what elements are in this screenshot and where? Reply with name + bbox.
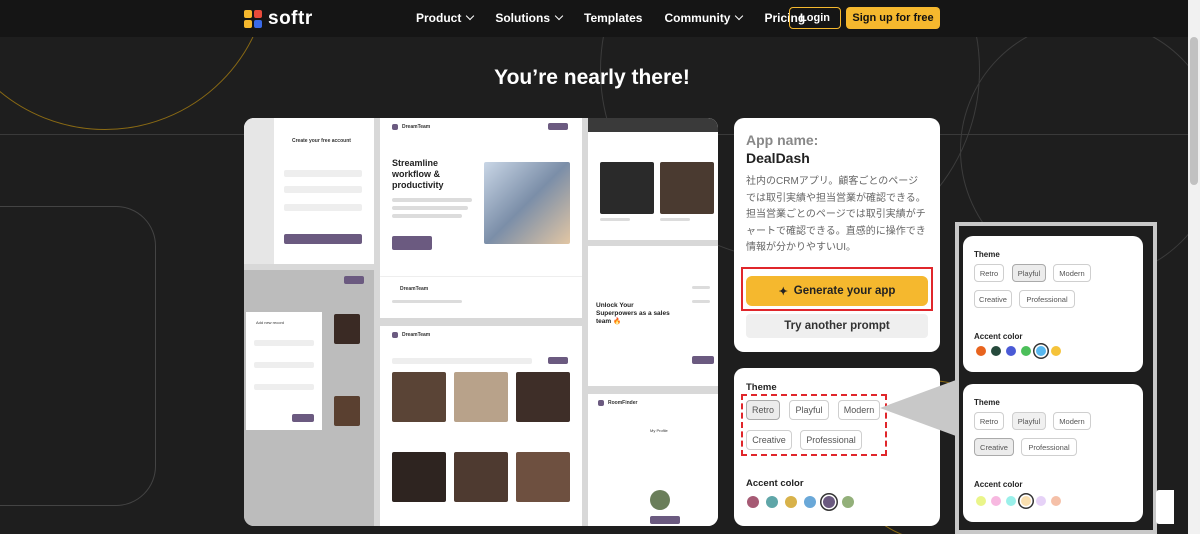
login-button[interactable]: Login	[789, 7, 841, 29]
theme-chip-retro[interactable]: Retro	[746, 400, 780, 420]
preview-signup-form: Create your free account	[244, 118, 374, 264]
nav-label: Community	[664, 11, 731, 25]
preview-get-started	[392, 236, 432, 250]
accent-swatch[interactable]	[1006, 346, 1016, 356]
chevron-down-icon	[554, 11, 564, 21]
preview-unlock-banner: Unlock Your Superpowers as a sales team …	[588, 246, 718, 386]
accent-swatch[interactable]	[976, 496, 986, 506]
app-name-label: App name:	[746, 132, 819, 148]
softr-logo-icon	[244, 10, 262, 28]
callout-chip-professional[interactable]: Professional	[1019, 290, 1075, 308]
sparkle-icon: ✦	[778, 285, 788, 298]
preview-team-list: DreamTeam	[380, 326, 582, 526]
nav-templates[interactable]: Templates	[584, 11, 642, 25]
nav-product[interactable]: Product	[416, 11, 475, 25]
scrollbar-thumb[interactable]	[1190, 37, 1198, 185]
callout-accent-label: Accent color	[974, 332, 1023, 341]
accent-swatch[interactable]	[842, 496, 854, 508]
nav-solutions[interactable]: Solutions	[495, 11, 564, 25]
callout-chip-professional[interactable]: Professional	[1021, 438, 1077, 456]
preview-unlock-text: Unlock Your Superpowers as a sales team …	[596, 302, 670, 325]
preview-brand-list: DreamTeam	[402, 332, 431, 338]
theme-chip-creative[interactable]: Creative	[746, 430, 792, 450]
theme-chip-playful[interactable]: Playful	[789, 400, 829, 420]
preview-brand: DreamTeam	[402, 124, 431, 130]
accent-swatch[interactable]	[1021, 346, 1031, 356]
preview-roomfinder-brand: RoomFinder	[608, 400, 638, 406]
accent-swatch[interactable]	[976, 346, 986, 356]
nav-label: Solutions	[495, 11, 551, 25]
callout-chip-retro[interactable]: Retro	[974, 264, 1004, 282]
accent-swatch[interactable]	[991, 346, 1001, 356]
callout-panel-playful: Theme Retro Playful Modern Creative Prof…	[963, 236, 1143, 372]
theme-chip-modern[interactable]: Modern	[838, 400, 880, 420]
callout-chip-creative[interactable]: Creative	[974, 438, 1014, 456]
generate-app-button[interactable]: ✦ Generate your app	[746, 276, 928, 306]
app-description: 社内のCRMアプリ。顧客ごとのページでは取引実績や担当営業が確認できる。担当営業…	[746, 176, 926, 253]
callout-chip-creative[interactable]: Creative	[974, 290, 1012, 308]
page-headline: You’re nearly there!	[494, 66, 690, 89]
chevron-down-icon	[735, 11, 744, 21]
callout-accent-label: Accent color	[974, 480, 1023, 489]
accent-swatch[interactable]	[1006, 496, 1016, 506]
theme-label: Theme	[746, 382, 777, 393]
try-another-prompt-button[interactable]: Try another prompt	[746, 314, 928, 338]
nav-label: Product	[416, 11, 462, 25]
callout-panel-creative: Theme Retro Playful Modern Creative Prof…	[963, 384, 1143, 522]
callout-theme-label: Theme	[974, 398, 1000, 407]
app-name-value: DealDash	[746, 150, 810, 166]
generate-app-label: Generate your app	[793, 285, 896, 297]
chevron-down-icon	[466, 11, 475, 21]
preview-hero: DreamTeam Streamline workflow & producti…	[380, 118, 582, 318]
accent-swatch[interactable]	[1036, 496, 1046, 506]
accent-swatch[interactable]	[823, 496, 835, 508]
accent-swatch[interactable]	[1036, 346, 1046, 356]
accent-swatch[interactable]	[1051, 346, 1061, 356]
accent-swatch[interactable]	[804, 496, 816, 508]
callout-theme-label: Theme	[974, 250, 1000, 259]
nav-community[interactable]: Community	[664, 11, 744, 25]
logo-text: softr	[268, 8, 313, 29]
callout-chip-modern[interactable]: Modern	[1053, 412, 1091, 430]
preview-account-title: Create your free account	[292, 138, 351, 144]
accent-swatch[interactable]	[747, 496, 759, 508]
callout-chip-retro[interactable]: Retro	[974, 412, 1004, 430]
nav-label: Templates	[584, 11, 643, 25]
callout-chip-modern[interactable]: Modern	[1053, 264, 1091, 282]
callout-chip-playful[interactable]: Playful	[1012, 264, 1046, 282]
accent-swatch[interactable]	[1021, 496, 1031, 506]
top-navigation-bar: softr Product Solutions Templates Commun…	[0, 0, 1200, 37]
accent-swatch[interactable]	[785, 496, 797, 508]
accent-swatch[interactable]	[1051, 496, 1061, 506]
preview-team-photo	[484, 162, 570, 244]
background-rounded-rect	[0, 206, 156, 506]
preview-hero-title: Streamline workflow & productivity	[392, 158, 444, 190]
signup-button[interactable]: Sign up for free	[846, 7, 940, 29]
callout-pointer	[880, 380, 956, 436]
preview-my-profile: My Profile	[650, 428, 668, 433]
floating-widget[interactable]	[1156, 490, 1174, 524]
preview-people-grid	[588, 118, 718, 240]
template-preview-collage: Create your free account DreamTeam Strea…	[244, 118, 718, 526]
preview-signin-button	[284, 234, 362, 244]
preview-add-record-title: Add new record	[256, 320, 285, 325]
accent-swatch[interactable]	[991, 496, 1001, 506]
app-prompt-card: App name: DealDash 社内のCRMアプリ。顧客ごとのページでは取…	[734, 118, 940, 352]
preview-add-record: Add new record	[244, 270, 374, 526]
main-nav: Product Solutions Templates Community Pr…	[416, 11, 805, 25]
preview-brand-footer: DreamTeam	[400, 286, 429, 292]
theme-chip-professional[interactable]: Professional	[800, 430, 862, 450]
accent-color-label: Accent color	[746, 478, 804, 489]
preview-roomfinder: RoomFinder My Profile	[588, 394, 718, 526]
theme-callout-frame: Theme Retro Playful Modern Creative Prof…	[955, 222, 1157, 534]
callout-chip-playful[interactable]: Playful	[1012, 412, 1046, 430]
softr-logo[interactable]: softr	[244, 8, 313, 30]
accent-swatch[interactable]	[766, 496, 778, 508]
